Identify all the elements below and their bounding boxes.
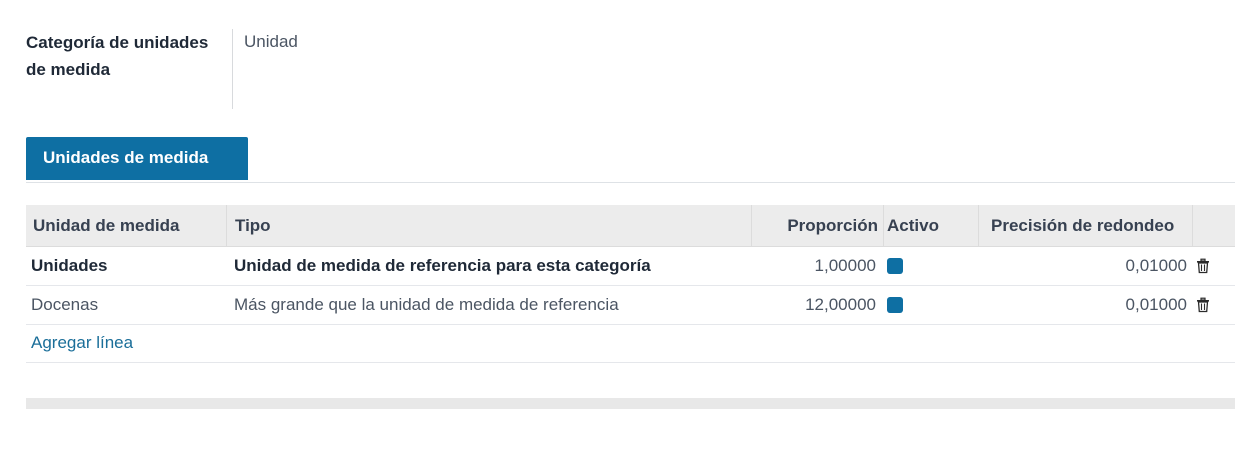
cell-ratio[interactable]: 1,00000 xyxy=(752,247,884,285)
active-checkbox[interactable] xyxy=(887,297,903,313)
column-header-rounding[interactable]: Precisión de redondeo xyxy=(979,205,1193,246)
tab-divider xyxy=(26,182,1235,183)
cell-unit[interactable]: Docenas xyxy=(26,286,227,324)
table-header: Unidad de medida Tipo Proporción Activo … xyxy=(26,205,1235,247)
field-separator xyxy=(232,29,233,109)
cell-rounding[interactable]: 0,01000 xyxy=(979,247,1193,285)
table-row[interactable]: Unidades Unidad de medida de referencia … xyxy=(26,247,1235,286)
add-line-link[interactable]: Agregar línea xyxy=(31,325,133,361)
cell-type[interactable]: Unidad de medida de referencia para esta… xyxy=(227,247,752,285)
column-header-active[interactable]: Activo xyxy=(884,205,979,246)
active-checkbox[interactable] xyxy=(887,258,903,274)
table-footer-bar xyxy=(26,398,1235,409)
table-row[interactable]: Docenas Más grande que la unidad de medi… xyxy=(26,286,1235,325)
cell-active xyxy=(884,247,979,285)
column-header-type[interactable]: Tipo xyxy=(227,205,752,246)
cell-unit[interactable]: Unidades xyxy=(26,247,227,285)
column-header-actions xyxy=(1193,205,1235,246)
cell-active xyxy=(884,286,979,324)
field-value[interactable]: Unidad xyxy=(244,30,298,54)
add-line-row: Agregar línea xyxy=(26,325,1235,363)
cell-delete xyxy=(1193,286,1235,324)
tab-unidades-de-medida[interactable]: Unidades de medida xyxy=(26,137,248,180)
cell-ratio[interactable]: 12,00000 xyxy=(752,286,884,324)
uom-table: Unidad de medida Tipo Proporción Activo … xyxy=(26,205,1235,363)
column-header-ratio[interactable]: Proporción xyxy=(752,205,884,246)
field-label: Categoría de unidades de medida xyxy=(26,33,209,79)
trash-icon[interactable] xyxy=(1195,258,1211,274)
trash-icon[interactable] xyxy=(1195,297,1211,313)
column-header-unit[interactable]: Unidad de medida xyxy=(26,205,227,246)
cell-delete xyxy=(1193,247,1235,285)
cell-type[interactable]: Más grande que la unidad de medida de re… xyxy=(227,286,752,324)
cell-rounding[interactable]: 0,01000 xyxy=(979,286,1193,324)
